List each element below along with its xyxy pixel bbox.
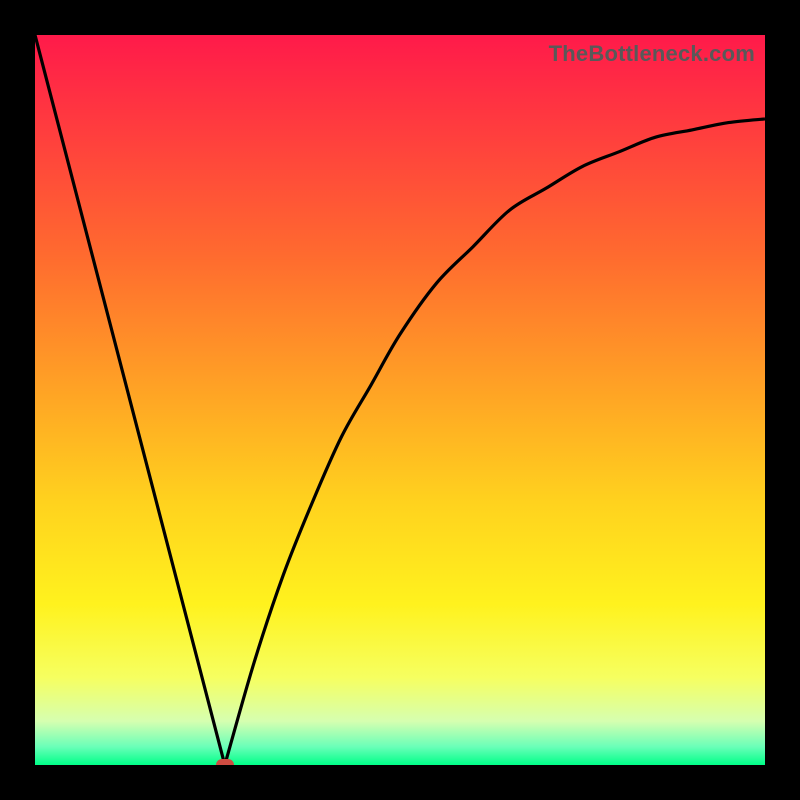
plot-area: TheBottleneck.com <box>35 35 765 765</box>
minimum-marker <box>216 759 234 765</box>
bottleneck-curve <box>35 35 765 765</box>
chart-frame: TheBottleneck.com <box>0 0 800 800</box>
curve-layer <box>35 35 765 765</box>
attribution-text: TheBottleneck.com <box>549 41 755 67</box>
